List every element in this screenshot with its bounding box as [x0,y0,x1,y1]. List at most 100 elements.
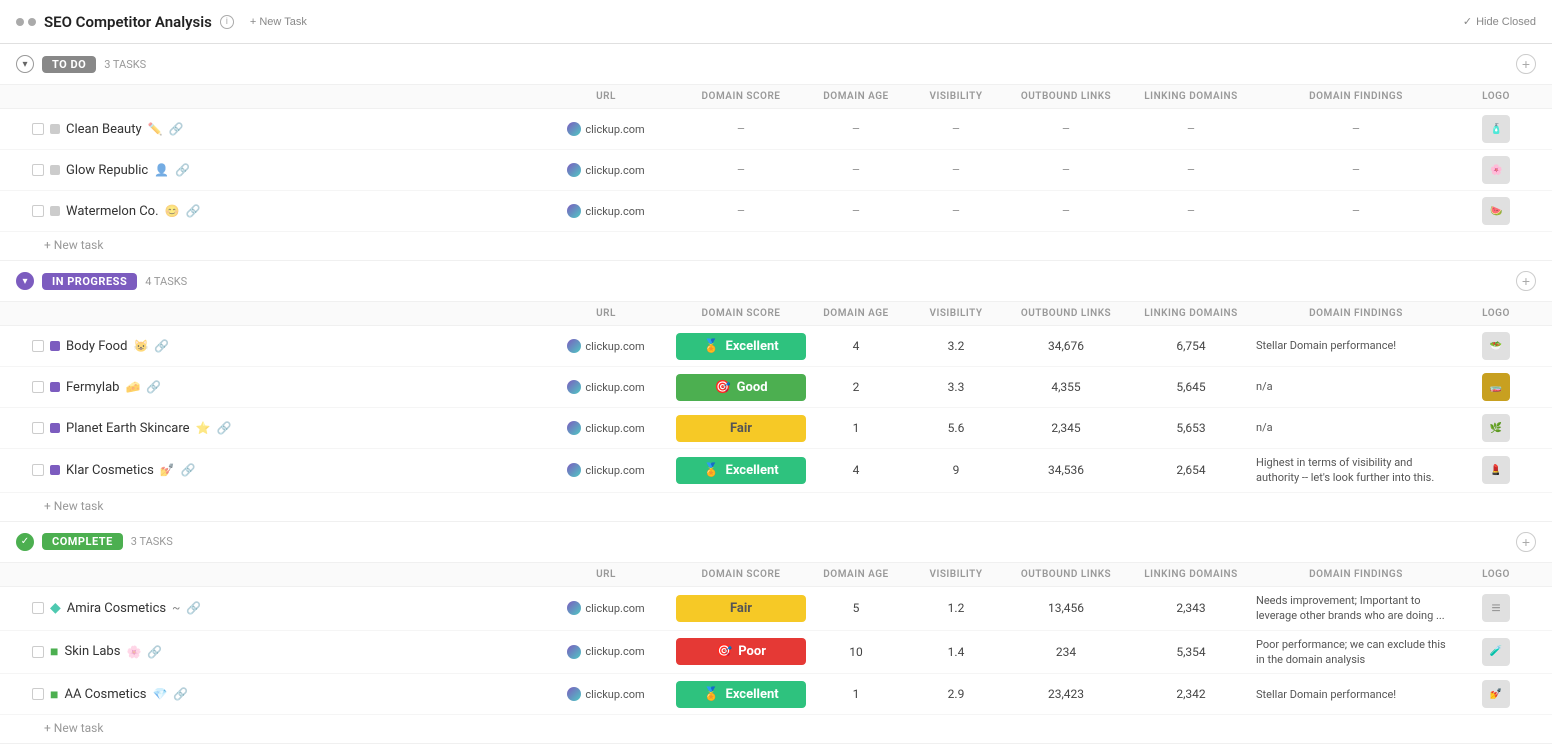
logo-thumb: 🍉 [1482,197,1510,225]
task-name: Clean Beauty [66,122,142,137]
task-color-dot [50,465,60,475]
section-inprogress: ▾ IN PROGRESS 4 TASKS + URL DOMAIN SCORE… [0,261,1552,522]
logo-thumb: 💅 [1482,680,1510,708]
task-name: Fermylab [66,380,119,395]
logo-thumb: 💄 [1482,456,1510,484]
add-section-btn-complete[interactable]: + [1516,532,1536,552]
table-row: Glow Republic 👤 🔗 clickup.com – – – – – … [0,150,1552,191]
task-color-dot [50,341,60,351]
hide-closed-button[interactable]: ✓ Hide Closed [1463,15,1536,28]
clickup-icon [567,122,581,136]
task-link-icon[interactable]: 🔗 [216,421,231,435]
task-name: Klar Cosmetics [66,463,154,478]
task-checkbox[interactable] [32,381,44,393]
task-link-icon[interactable]: 🔗 [154,339,169,353]
section-badge-todo: TO DO [42,56,96,73]
clickup-icon [567,204,581,218]
task-emoji-icon: 🌸 [126,645,141,659]
dot2 [28,18,36,26]
table-row: ◆ Amira Cosmetics ~ 🔗 clickup.com Fair 5… [0,587,1552,631]
section-header-inprogress: ▾ IN PROGRESS 4 TASKS + [0,261,1552,302]
table-row: Fermylab 🧀 🔗 clickup.com 🎯Good 2 3.3 4,3… [0,367,1552,408]
task-color-dot [50,124,60,134]
logo-thumb: 🌸 [1482,156,1510,184]
task-checkbox[interactable] [32,688,44,700]
add-section-btn-todo[interactable]: + [1516,54,1536,74]
new-task-button[interactable]: + New Task [242,13,315,31]
task-checkbox[interactable] [32,164,44,176]
task-checkbox[interactable] [32,646,44,658]
logo-thumb: 🥗 [1482,332,1510,360]
dot1 [16,18,24,26]
main-content: ▾ TO DO 3 TASKS + URL DOMAIN SCORE DOMAI… [0,44,1552,744]
task-name: Amira Cosmetics [67,601,166,616]
task-emoji-icon: 💅 [160,463,175,477]
task-link-icon[interactable]: 🔗 [181,463,196,477]
table-row: Clean Beauty ✏️ 🔗 clickup.com – – – – – … [0,109,1552,150]
task-emoji-icon: ✏️ [148,122,163,136]
logo-thumb: ≡ [1482,594,1510,622]
task-link-icon[interactable]: 🔗 [186,601,201,615]
new-task-row[interactable]: + New task [0,715,1552,744]
top-bar: SEO Competitor Analysis i + New Task ✓ H… [0,0,1552,44]
new-task-row[interactable]: + New task [0,493,1552,522]
task-checkbox[interactable] [32,422,44,434]
task-name: Planet Earth Skincare [66,421,190,436]
task-color-dot [50,165,60,175]
task-emoji-icon: ⭐ [196,421,211,435]
task-name: AA Cosmetics [64,687,146,702]
clickup-icon [567,380,581,394]
task-checkbox[interactable] [32,205,44,217]
task-name: Skin Labs [64,644,120,659]
green-square-icon: ■ [50,643,58,660]
breadcrumb-dots [16,18,36,26]
checkmark-icon: ✓ [1463,15,1472,28]
table-row: Planet Earth Skincare ⭐ 🔗 clickup.com Fa… [0,408,1552,449]
task-checkbox[interactable] [32,123,44,135]
clickup-icon [567,687,581,701]
task-name: Body Food [66,339,127,354]
section-toggle-todo[interactable]: ▾ [16,55,34,73]
add-section-btn-inprogress[interactable]: + [1516,271,1536,291]
task-link-icon[interactable]: 🔗 [185,204,200,218]
task-color-dot [50,382,60,392]
table-row: ■ AA Cosmetics 💎 🔗 clickup.com 🏅Excellen… [0,674,1552,715]
task-checkbox[interactable] [32,464,44,476]
task-emoji-icon: ~ [172,601,180,615]
clickup-icon [567,645,581,659]
section-toggle-complete[interactable]: ✓ [16,533,34,551]
task-link-icon[interactable]: 🔗 [146,380,161,394]
task-emoji-icon: 🧀 [125,380,140,394]
info-icon[interactable]: i [220,15,234,29]
table-row: Klar Cosmetics 💅 🔗 clickup.com 🏅Excellen… [0,449,1552,493]
clickup-icon [567,463,581,477]
task-checkbox[interactable] [32,602,44,614]
diamond-icon: ◆ [50,600,61,616]
section-complete: ✓ COMPLETE 3 TASKS + URL DOMAIN SCORE DO… [0,522,1552,744]
task-link-icon[interactable]: 🔗 [147,645,162,659]
task-name: Glow Republic [66,163,148,178]
section-toggle-inprogress[interactable]: ▾ [16,272,34,290]
task-checkbox[interactable] [32,340,44,352]
task-count-todo: 3 TASKS [104,58,146,71]
task-color-dot [50,423,60,433]
task-link-icon[interactable]: 🔗 [169,122,184,136]
green-square-icon: ■ [50,686,58,703]
logo-thumb: 🧪 [1482,638,1510,666]
col-headers-complete: URL DOMAIN SCORE DOMAIN AGE VISIBILITY O… [0,563,1552,587]
task-name: Watermelon Co. [66,204,159,219]
clickup-icon [567,421,581,435]
task-link-icon[interactable]: 🔗 [175,163,190,177]
section-badge-inprogress: IN PROGRESS [42,273,137,290]
task-link-icon[interactable]: 🔗 [173,687,188,701]
new-task-row[interactable]: + New task [0,232,1552,261]
task-emoji-icon: 😺 [133,339,148,353]
task-avatar-icon: 👤 [154,163,169,177]
task-color-dot [50,206,60,216]
logo-thumb: 🌿 [1482,414,1510,442]
logo-thumb: 🧴 [1482,115,1510,143]
clickup-icon [567,163,581,177]
col-headers-todo: URL DOMAIN SCORE DOMAIN AGE VISIBILITY O… [0,85,1552,109]
clickup-icon [567,601,581,615]
page-title: SEO Competitor Analysis [44,13,212,31]
